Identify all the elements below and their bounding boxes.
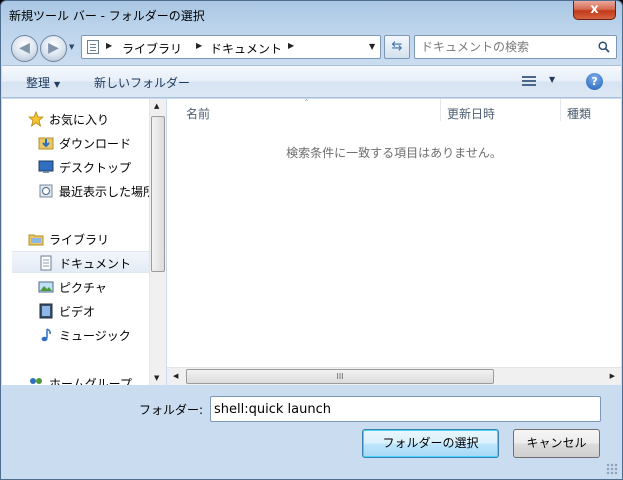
file-list-horizontal-scrollbar[interactable]: ◀ III ▶ <box>167 367 621 385</box>
document-icon <box>40 255 52 271</box>
music-note-icon <box>41 328 51 342</box>
address-dropdown-icon[interactable]: ▼ <box>369 42 375 51</box>
title-bar[interactable]: 新規ツール バー - フォルダーの選択 x <box>1 1 622 29</box>
column-header-name[interactable]: 名前 <box>186 105 210 122</box>
sidebar-item-label: ドキュメント <box>59 257 132 271</box>
scrollbar-grip: III <box>336 372 344 381</box>
scrollbar-thumb[interactable]: III <box>186 369 494 384</box>
breadcrumb-documents[interactable]: ドキュメント <box>210 40 282 57</box>
video-icon <box>39 303 53 319</box>
library-folder-icon <box>28 234 44 246</box>
breadcrumb-separator-icon[interactable]: ▶ <box>106 41 112 50</box>
downloads-folder-icon <box>38 137 54 150</box>
scroll-right-icon[interactable]: ▶ <box>610 372 615 380</box>
new-folder-button[interactable]: 新しいフォルダー <box>94 74 190 91</box>
close-button[interactable]: x <box>573 1 616 20</box>
select-folder-button[interactable]: フォルダーの選択 <box>362 429 499 458</box>
sidebar-item-label: 最近表示した場所 <box>59 185 156 199</box>
folder-path-input[interactable] <box>210 396 601 422</box>
change-view-button[interactable]: ▼ <box>522 74 562 90</box>
pictures-icon <box>38 281 54 293</box>
sidebar-item-label: ライブラリ <box>49 233 110 247</box>
sidebar-item-label: ダウンロード <box>59 137 132 151</box>
search-input[interactable] <box>415 36 595 58</box>
forward-arrow-icon: ▶ <box>48 40 59 56</box>
details-view-icon <box>522 76 536 87</box>
search-icon[interactable] <box>598 41 610 53</box>
empty-results-message: 検索条件に一致する項目はありません。 <box>286 146 502 160</box>
sidebar-item-label: ピクチャ <box>59 281 107 295</box>
navigation-pane[interactable]: お気に入り ダウンロード デスクトップ 最近表示した場所 ライブラリ ドキュメン… <box>2 99 166 385</box>
refresh-icon: ⇆ <box>391 39 403 54</box>
column-header-date-modified[interactable]: 更新日時 <box>447 105 495 122</box>
sidebar-item-videos[interactable]: ビデオ <box>38 300 150 322</box>
folder-select-dialog: 新規ツール バー - フォルダーの選択 x ◀ ▶ ▼ ▶ ライブラリ ▶ ドキ… <box>0 0 623 480</box>
desktop-icon <box>38 160 54 173</box>
file-list[interactable]: ^ 名前 更新日時 種類 検索条件に一致する項目はありません。 <box>167 99 621 385</box>
sidebar-item-desktop[interactable]: デスクトップ <box>38 156 150 178</box>
sidebar-item-libraries[interactable]: ライブラリ <box>28 228 148 250</box>
sidebar-item-label: ホームグループ <box>49 377 132 385</box>
document-location-icon <box>87 40 99 54</box>
sidebar-item-label: お気に入り <box>49 113 110 127</box>
breadcrumb-separator-icon[interactable]: ▶ <box>288 41 294 50</box>
sidebar-item-documents[interactable]: ドキュメント <box>12 251 150 273</box>
address-bar[interactable]: ▶ ライブラリ ▶ ドキュメント ▶ ▼ <box>81 35 381 59</box>
scroll-up-icon[interactable]: ▲ <box>154 102 159 110</box>
folder-field-label: フォルダー: <box>139 403 204 417</box>
sort-ascending-icon: ^ <box>304 99 310 106</box>
sidebar-item-label: ミュージック <box>59 329 131 343</box>
forward-button[interactable]: ▶ <box>40 35 67 62</box>
sidebar-item-music[interactable]: ミュージック <box>38 324 150 346</box>
refresh-button[interactable]: ⇆ <box>384 35 410 59</box>
organize-label: 整理 <box>26 76 51 90</box>
resize-grip[interactable] <box>606 463 618 475</box>
chevron-down-icon: ▼ <box>54 80 61 89</box>
breadcrumb-separator-icon[interactable]: ▶ <box>196 41 202 50</box>
search-box[interactable] <box>414 35 617 59</box>
column-divider[interactable] <box>560 99 561 121</box>
sidebar-item-label: ビデオ <box>59 305 96 319</box>
close-icon: x <box>590 2 599 17</box>
scrollbar-thumb[interactable] <box>151 116 165 272</box>
homegroup-icon <box>30 378 42 384</box>
command-bar: 整理 ▼ 新しいフォルダー ▼ ? <box>2 65 621 98</box>
breadcrumb-libraries[interactable]: ライブラリ <box>122 40 182 57</box>
sidebar-item-recent-places[interactable]: 最近表示した場所 <box>38 180 155 202</box>
favorites-star-icon <box>28 111 44 127</box>
organize-button[interactable]: 整理 ▼ <box>26 74 60 91</box>
sidebar-item-downloads[interactable]: ダウンロード <box>38 132 150 154</box>
recent-pages-dropdown-icon[interactable]: ▼ <box>69 43 74 51</box>
back-button[interactable]: ◀ <box>11 35 38 62</box>
cancel-button[interactable]: キャンセル <box>513 429 600 458</box>
help-icon: ? <box>591 75 598 88</box>
sidebar-item-homegroup[interactable]: ホームグループ <box>28 372 148 385</box>
scroll-left-icon[interactable]: ◀ <box>173 372 178 380</box>
column-header-type[interactable]: 種類 <box>567 105 591 122</box>
sidebar-vertical-scrollbar[interactable]: ▲ ▼ <box>149 99 166 385</box>
sidebar-item-pictures[interactable]: ピクチャ <box>38 276 150 298</box>
sidebar-item-label: デスクトップ <box>59 161 132 175</box>
chevron-down-icon: ▼ <box>549 75 556 84</box>
sidebar-item-favorites[interactable]: お気に入り <box>28 108 148 130</box>
scroll-down-icon[interactable]: ▼ <box>154 374 159 382</box>
recent-places-icon <box>39 184 53 198</box>
help-button[interactable]: ? <box>586 73 603 90</box>
column-divider[interactable] <box>440 99 441 121</box>
back-arrow-icon: ◀ <box>19 40 30 56</box>
window-title: 新規ツール バー - フォルダーの選択 <box>9 9 205 23</box>
